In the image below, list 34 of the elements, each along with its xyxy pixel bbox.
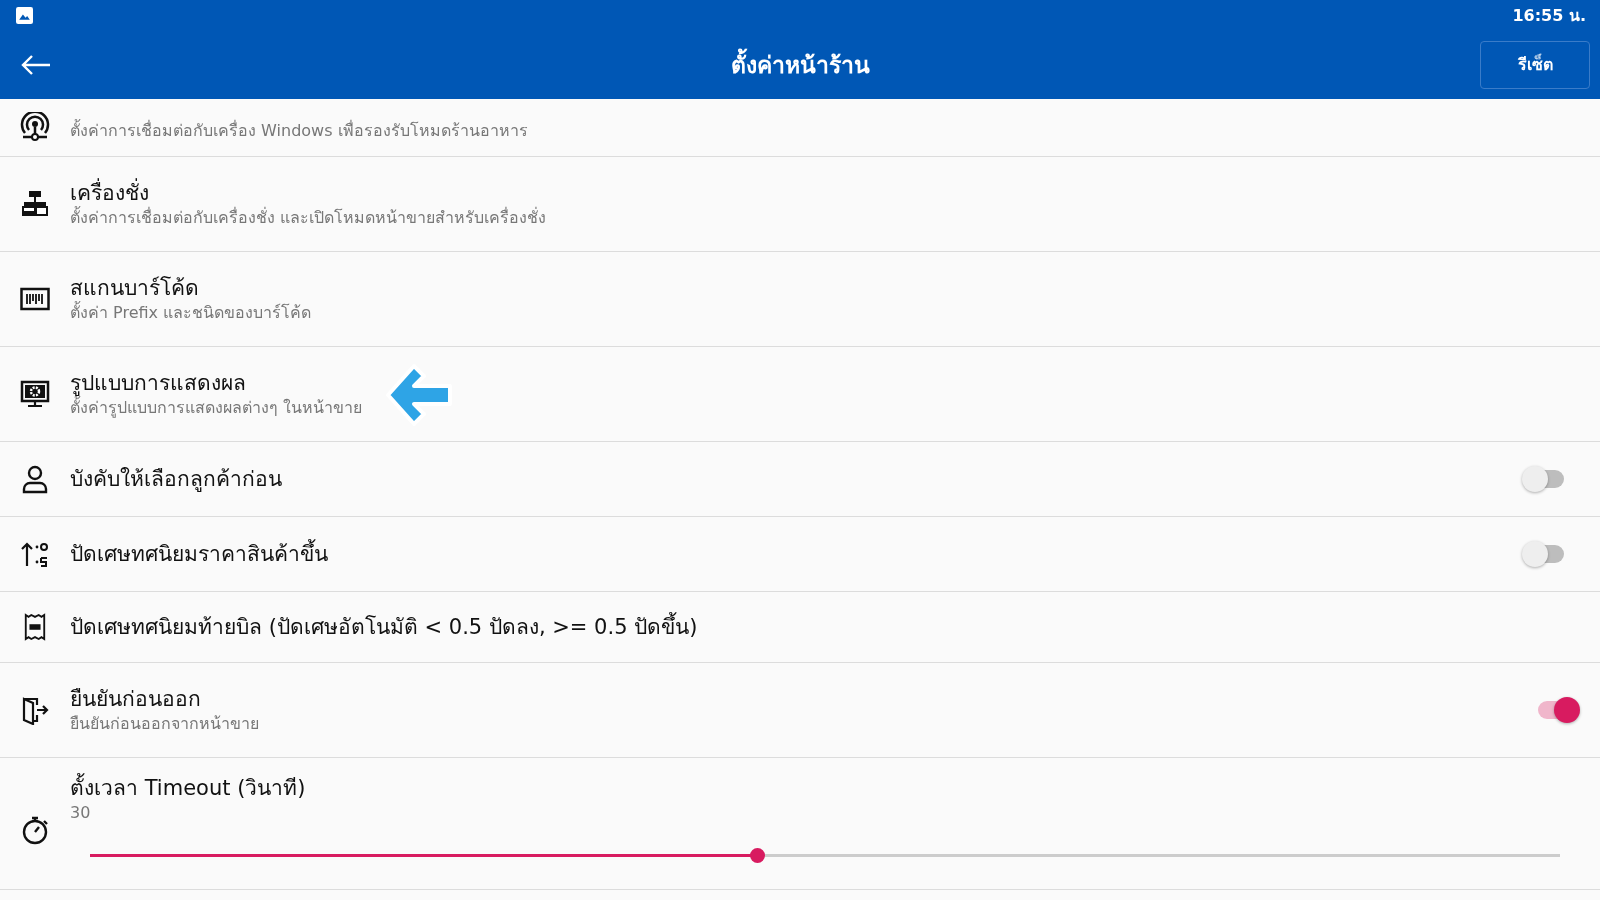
setting-title: เครื่องชั่ง xyxy=(70,178,150,206)
receipt-icon xyxy=(23,612,47,642)
status-time: 16:55 น. xyxy=(1512,4,1586,27)
gallery-icon xyxy=(16,6,33,24)
settings-row[interactable]: ตั้งค่าการเชื่อมต่อกับเครื่อง Windows เพื่อรองรับโหมดร้านอาหาร xyxy=(0,99,1600,157)
monitor-gear-icon xyxy=(20,379,50,409)
settings-row[interactable]: ปัดเศษทศนิยมท้ายบิล (ปัดเศษอัตโนมัติ < 0.5 ปัดลง, >= 0.5 ปัดขึ้น) xyxy=(0,592,1600,663)
slider-value: 30 xyxy=(70,801,92,824)
settings-row[interactable]: เครื่องชั่ง ตั้งค่าการเชื่อมต่อกับเครื่องชั่ง และเปิดโหมดหน้าขายสำหรับเครื่องชั่ง xyxy=(0,157,1600,252)
settings-row[interactable]: รูปแบบการแสดงผล ตั้งค่ารูปแบบการแสดงผลต่างๆ ในหน้าขาย xyxy=(0,347,1600,442)
setting-description: ยืนยันก่อนออกจากหน้าขาย xyxy=(70,712,260,735)
person-icon xyxy=(20,464,50,494)
setting-description: ตั้งค่าการเชื่อมต่อกับเครื่องชั่ง และเปิดโหมดหน้าขายสำหรับเครื่องชั่ง xyxy=(70,206,548,229)
setting-title: ยืนยันก่อนออก xyxy=(70,685,202,713)
settings-row[interactable]: ปัดเศษทศนิยมราคาสินค้าขึ้น xyxy=(0,517,1600,592)
settings-row[interactable]: ยืนยันก่อนออก ยืนยันก่อนออกจากหน้าขาย xyxy=(0,663,1600,758)
settings-row[interactable]: บังคับให้เลือกลูกค้าก่อน xyxy=(0,442,1600,517)
setting-title: ปัดเศษทศนิยมท้ายบิล (ปัดเศษอัตโนมัติ < 0.5 ปัดลง, >= 0.5 ปัดขึ้น) xyxy=(70,612,699,641)
setting-title: ปัดเศษทศนิยมราคาสินค้าขึ้น xyxy=(70,539,329,568)
settings-row[interactable]: สแกนบาร์โค้ด ตั้งค่า Prefix และชนิดของบาร์โค้ด xyxy=(0,252,1600,347)
barcode-icon xyxy=(20,287,50,311)
setting-description: ตั้งค่าการเชื่อมต่อกับเครื่อง Windows เพื่อรองรับโหมดร้านอาหาร xyxy=(70,119,529,142)
setting-title: ตั้งเวลา Timeout (วินาที) xyxy=(70,773,307,802)
page-title: ตั้งค่าหน้าร้าน xyxy=(730,46,870,83)
signal-tower-icon xyxy=(20,112,50,142)
exit-door-icon xyxy=(20,695,50,725)
scale-icon xyxy=(20,189,50,219)
reset-button[interactable]: รีเซ็ต xyxy=(1480,40,1590,89)
stopwatch-icon xyxy=(20,815,50,845)
setting-description: ตั้งค่า Prefix และชนิดของบาร์โค้ด xyxy=(70,301,313,324)
settings-row[interactable]: ตั้งเวลา Timeout (วินาที) 30 xyxy=(0,758,1600,890)
setting-description: ตั้งค่ารูปแบบการแสดงผลต่างๆ ในหน้าขาย xyxy=(70,396,1600,420)
setting-title: สแกนบาร์โค้ด xyxy=(70,274,200,301)
setting-title: บังคับให้เลือกลูกค้าก่อน xyxy=(70,465,283,494)
